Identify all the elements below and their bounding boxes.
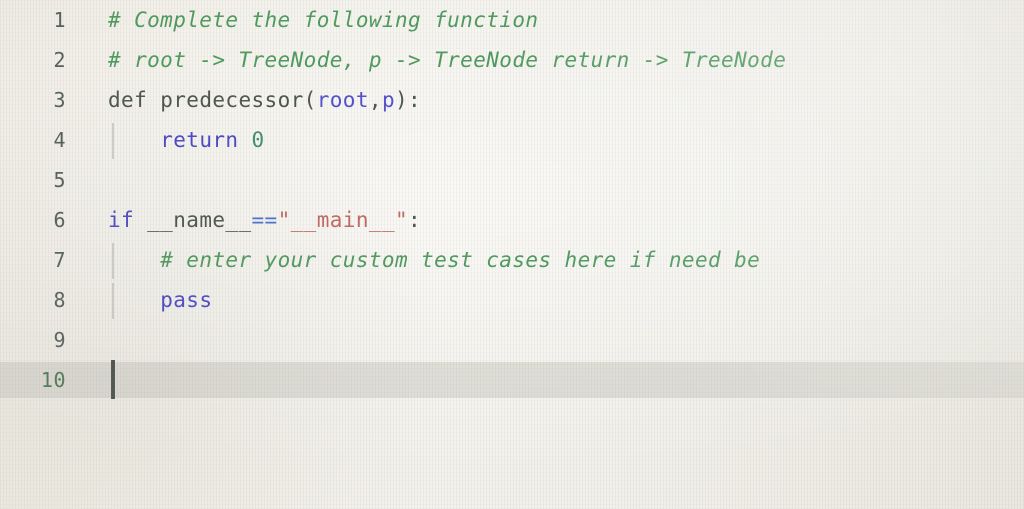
token-name: __name__: [147, 208, 252, 232]
code-line[interactable]: 7 # enter your custom test cases here if…: [0, 240, 1024, 280]
code-line[interactable]: 8 pass: [0, 280, 1024, 320]
code-line[interactable]: 3 def predecessor(root,p):: [0, 80, 1024, 120]
token-param: p: [381, 88, 395, 112]
token-punct: ,: [368, 88, 382, 112]
code-editor[interactable]: 1 # Complete the following function 2 # roo…: [0, 0, 1024, 509]
token-name: predecessor: [160, 88, 304, 112]
line-number: 1: [53, 8, 66, 32]
token-comment: # enter your custom test cases here if n…: [160, 248, 761, 272]
code-line[interactable]: 9: [0, 320, 1024, 360]
code-line-content[interactable]: # Complete the following function: [74, 0, 1024, 40]
code-line-content[interactable]: # enter your custom test cases here if n…: [74, 240, 1024, 280]
line-number: 5: [53, 168, 66, 192]
token-operator: ==: [251, 208, 278, 232]
code-line[interactable]: 10: [0, 360, 1024, 400]
line-number: 7: [53, 248, 66, 272]
line-number: 6: [53, 208, 66, 232]
line-number: 2: [53, 48, 66, 72]
text-caret: [111, 360, 115, 399]
code-line-content[interactable]: if __name__=="__main__":: [74, 200, 1024, 240]
token-string: "__main__": [277, 208, 409, 232]
line-number: 9: [53, 328, 66, 352]
token-punct: ):: [395, 88, 422, 112]
token-keyword: return: [160, 128, 239, 152]
code-line[interactable]: 1 # Complete the following function: [0, 0, 1024, 40]
token-punct: (: [303, 88, 317, 112]
token-keyword: if: [108, 208, 135, 232]
code-line[interactable]: 5: [0, 160, 1024, 200]
token-punct: :: [408, 208, 422, 232]
token-def: def: [108, 88, 148, 112]
code-line[interactable]: 2 # root -> TreeNode, p -> TreeNode retur…: [0, 40, 1024, 80]
editor-screen: 1 # Complete the following function 2 # roo…: [0, 0, 1024, 509]
line-number: 8: [53, 288, 66, 312]
code-line-content[interactable]: pass: [74, 280, 1024, 320]
code-line[interactable]: 4 return 0: [0, 120, 1024, 160]
token-keyword: pass: [160, 288, 213, 312]
token-number: 0: [251, 128, 265, 152]
line-number: 10: [40, 368, 66, 392]
line-number: 3: [53, 88, 66, 112]
code-line[interactable]: 6 if __name__=="__main__":: [0, 200, 1024, 240]
token-comment: # Complete the following function: [108, 8, 539, 32]
code-line-content[interactable]: def predecessor(root,p):: [74, 80, 1024, 120]
token-param: root: [316, 88, 369, 112]
token-comment: # root -> TreeNode, p -> TreeNode return…: [108, 48, 787, 72]
code-line-content[interactable]: # root -> TreeNode, p -> TreeNode return…: [74, 40, 1024, 80]
active-line-highlight: [0, 362, 1024, 398]
code-line-content[interactable]: return 0: [74, 120, 1024, 160]
line-number: 4: [53, 128, 66, 152]
